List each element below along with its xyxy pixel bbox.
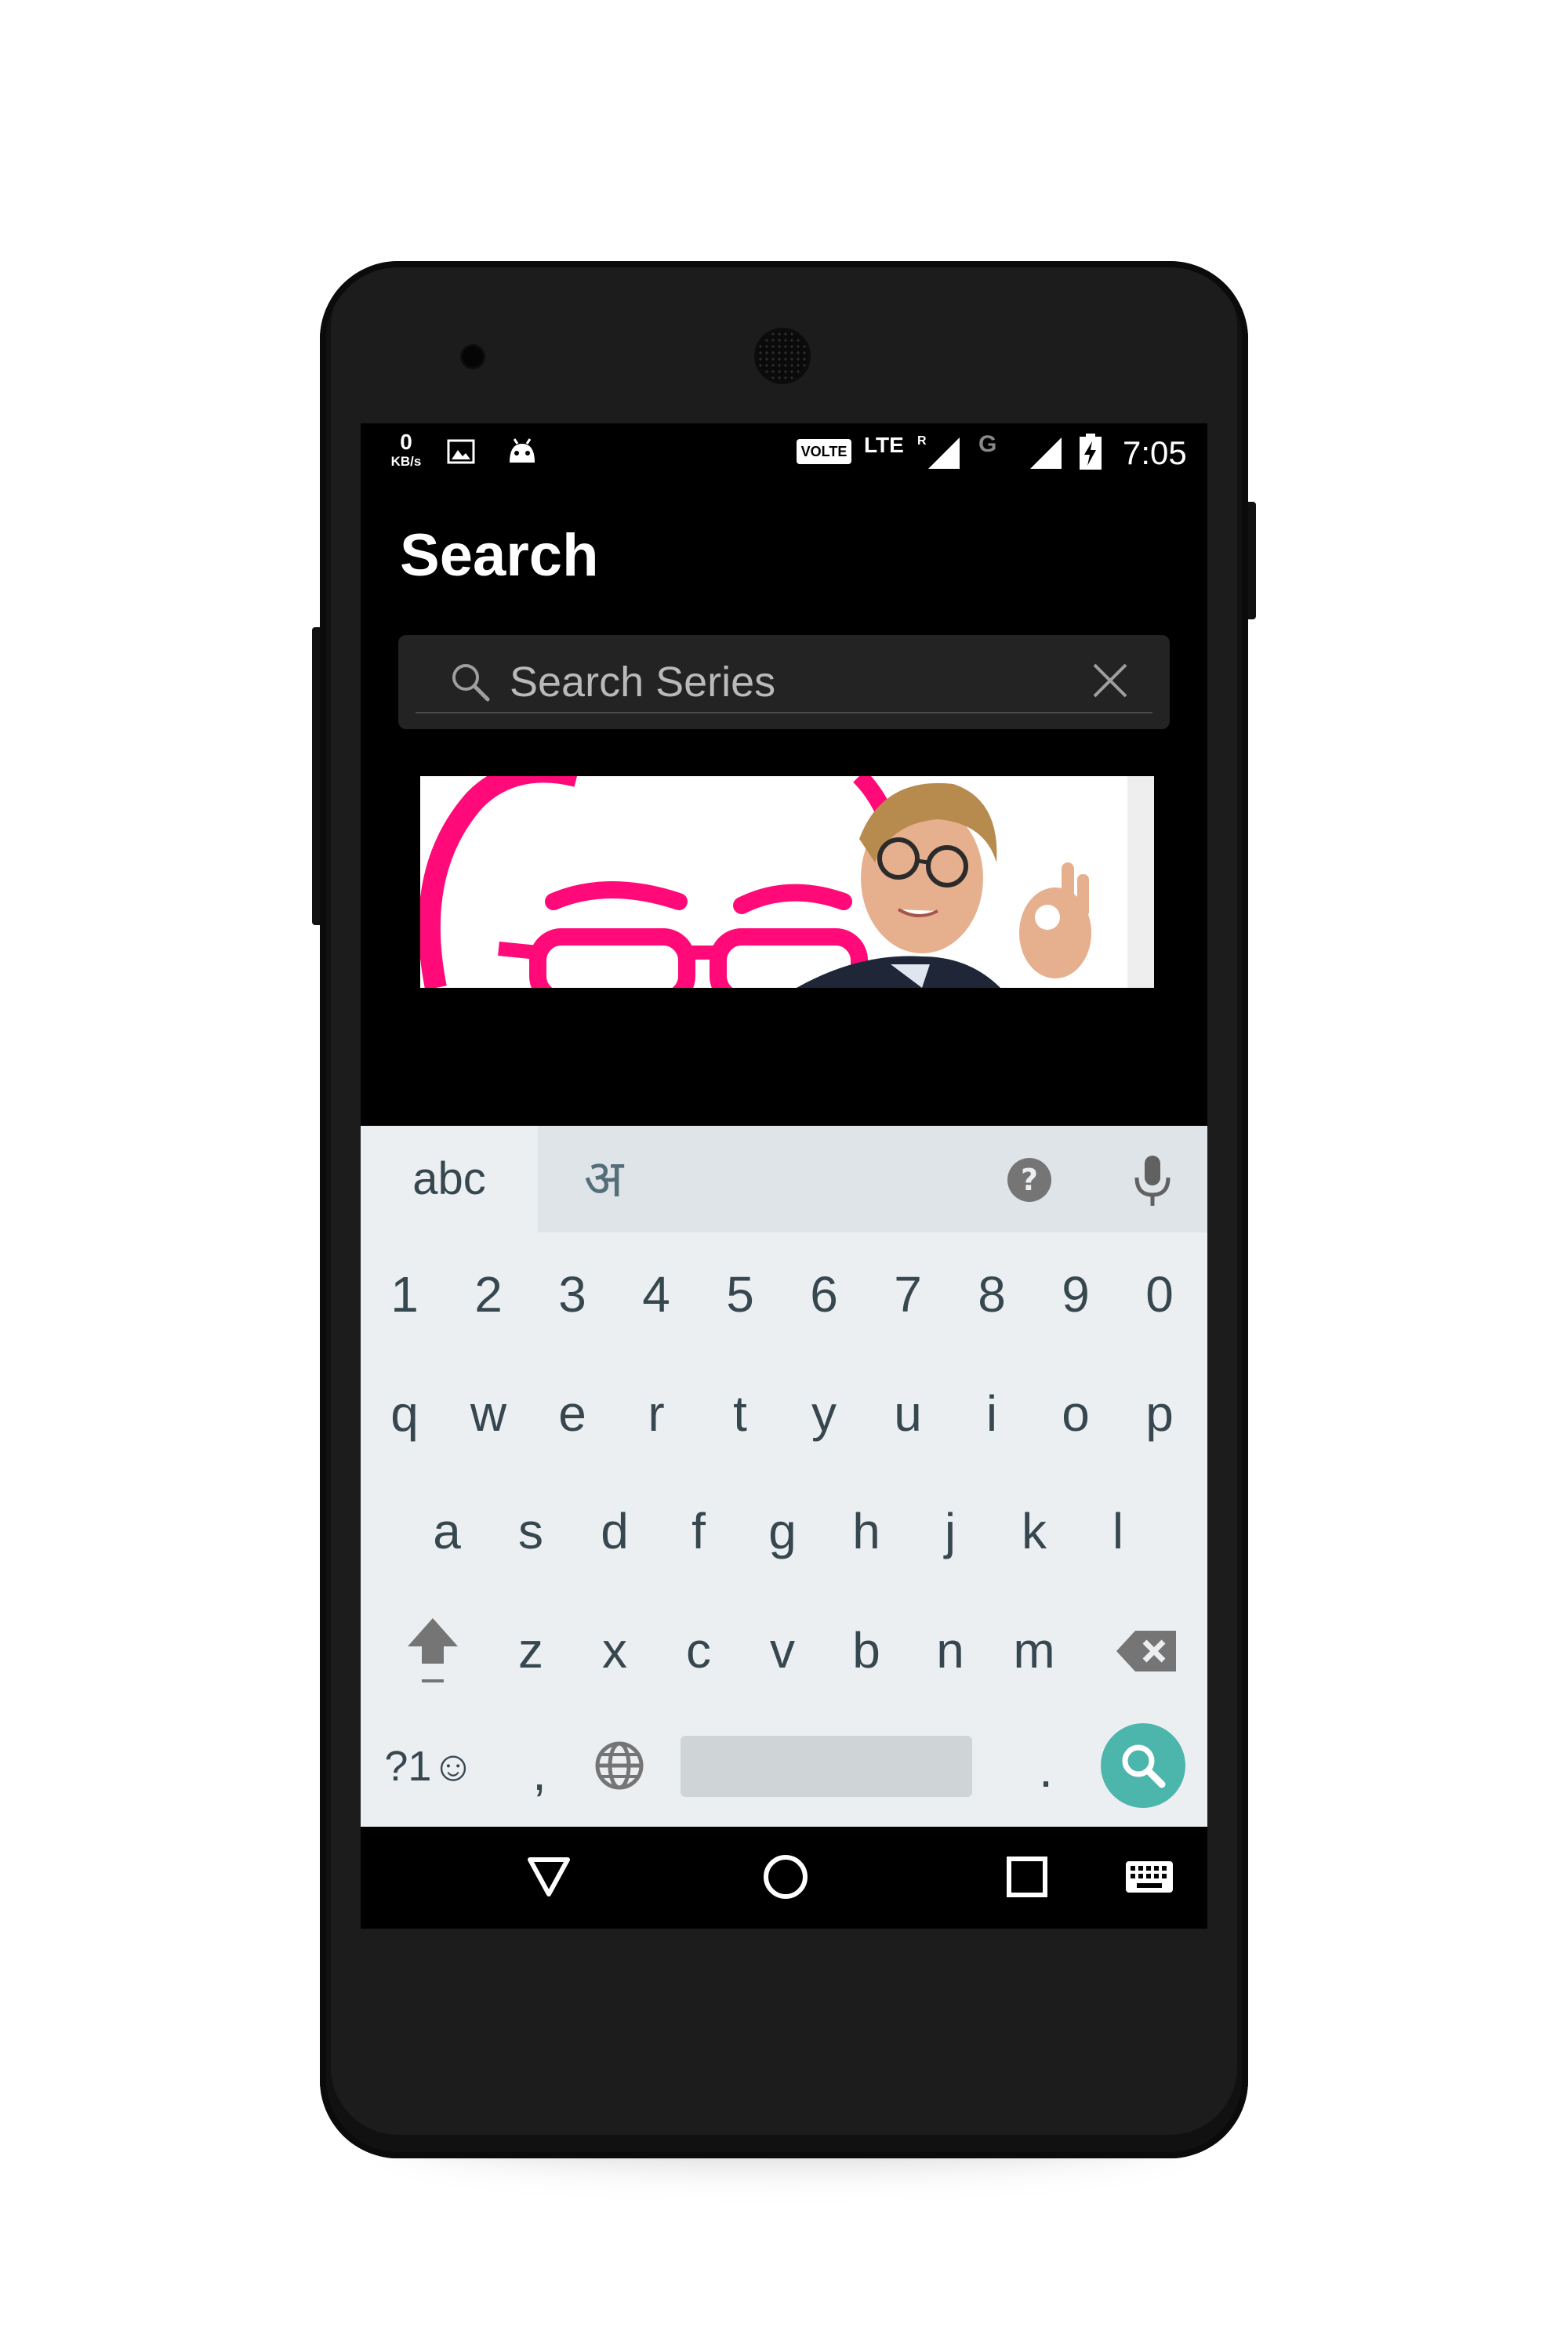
keyboard-icon[interactable] (1124, 1860, 1174, 1894)
key-period[interactable]: . (1005, 1719, 1087, 1820)
network-speed-value: 0 (400, 430, 412, 454)
key-6[interactable]: 6 (783, 1243, 865, 1345)
back-icon[interactable] (525, 1855, 572, 1899)
key-8[interactable]: 8 (951, 1243, 1033, 1345)
backspace-icon[interactable] (1110, 1604, 1192, 1698)
show-banner-image[interactable] (420, 776, 1154, 988)
symbols-key[interactable]: ?1☺ (376, 1715, 483, 1817)
search-input[interactable] (510, 655, 1058, 709)
key-o[interactable]: o (1035, 1363, 1116, 1465)
key-0[interactable]: 0 (1119, 1243, 1200, 1345)
navigation-bar (361, 1827, 1207, 1929)
phone-screen: 0 KB/s VOLTE LTE R G 7:05 Search Search … (361, 423, 1207, 1929)
banner-artwork (420, 776, 1154, 988)
recents-icon[interactable] (1005, 1855, 1049, 1899)
search-underline (416, 712, 1152, 713)
home-icon[interactable] (762, 1853, 809, 1900)
key-y[interactable]: y (783, 1363, 865, 1465)
key-7[interactable]: 7 (867, 1243, 949, 1345)
key-u[interactable]: u (867, 1363, 949, 1465)
key-comma[interactable]: , (499, 1722, 580, 1824)
key-5[interactable]: 5 (699, 1243, 781, 1345)
volte-badge: VOLTE (797, 439, 851, 464)
key-w[interactable]: w (448, 1363, 529, 1465)
key-l[interactable]: l (1077, 1480, 1159, 1582)
key-3[interactable]: 3 (532, 1243, 613, 1345)
key-v[interactable]: v (742, 1599, 823, 1701)
key-i[interactable]: i (951, 1363, 1033, 1465)
globe-icon[interactable] (588, 1734, 651, 1797)
key-j[interactable]: j (909, 1480, 991, 1582)
keyboard-tab-hindi[interactable]: अ (549, 1126, 659, 1232)
space-bar[interactable] (681, 1736, 972, 1797)
status-clock: 7:05 (1123, 434, 1187, 471)
network-g-label: G (978, 431, 997, 457)
signal-icon-secondary (1030, 437, 1062, 469)
key-2[interactable]: 2 (448, 1243, 529, 1345)
key-t[interactable]: t (699, 1363, 781, 1465)
image-icon (447, 439, 475, 464)
close-icon[interactable] (1088, 659, 1132, 702)
battery-charging-icon (1080, 434, 1102, 470)
key-z[interactable]: z (490, 1599, 572, 1701)
svg-text:?: ? (1021, 1163, 1038, 1197)
key-k[interactable]: k (993, 1480, 1075, 1582)
key-c[interactable]: c (658, 1599, 739, 1701)
lte-label: LTE (864, 433, 904, 457)
key-d[interactable]: d (574, 1480, 655, 1582)
network-speed: 0 KB/s (383, 430, 430, 469)
status-bar: 0 KB/s VOLTE LTE R G 7:05 (361, 423, 1207, 478)
keyboard-search-button[interactable] (1101, 1723, 1185, 1808)
key-x[interactable]: x (574, 1599, 655, 1701)
search-icon (452, 664, 490, 702)
key-s[interactable]: s (490, 1480, 572, 1582)
front-camera (463, 347, 483, 367)
key-h[interactable]: h (826, 1480, 907, 1582)
network-speed-unit: KB/s (390, 454, 422, 469)
key-q[interactable]: q (364, 1363, 445, 1465)
key-g[interactable]: g (742, 1480, 823, 1582)
key-e[interactable]: e (532, 1363, 613, 1465)
key-r[interactable]: r (615, 1363, 697, 1465)
key-a[interactable]: a (406, 1480, 488, 1582)
android-icon (510, 438, 535, 463)
roaming-label: R (917, 434, 927, 448)
key-1[interactable]: 1 (364, 1243, 445, 1345)
signal-icon (928, 437, 960, 469)
key-4[interactable]: 4 (615, 1243, 697, 1345)
keyboard-tab-abc[interactable]: abc (361, 1126, 538, 1232)
shift-icon[interactable] (392, 1601, 474, 1695)
key-9[interactable]: 9 (1035, 1243, 1116, 1345)
mic-icon[interactable] (1127, 1152, 1178, 1207)
key-n[interactable]: n (909, 1599, 991, 1701)
help-icon[interactable]: ? (1007, 1157, 1052, 1203)
earpiece-speaker (757, 331, 808, 381)
soft-keyboard: abc अ ? 1 2 3 4 5 6 7 8 9 0 q w e r t y … (361, 1126, 1207, 1827)
page-title: Search (400, 522, 599, 589)
key-b[interactable]: b (826, 1599, 907, 1701)
key-m[interactable]: m (993, 1599, 1075, 1701)
key-p[interactable]: p (1119, 1363, 1200, 1465)
search-bar[interactable] (398, 635, 1170, 729)
key-f[interactable]: f (658, 1480, 739, 1582)
keyboard-search-icon (1122, 1744, 1166, 1788)
